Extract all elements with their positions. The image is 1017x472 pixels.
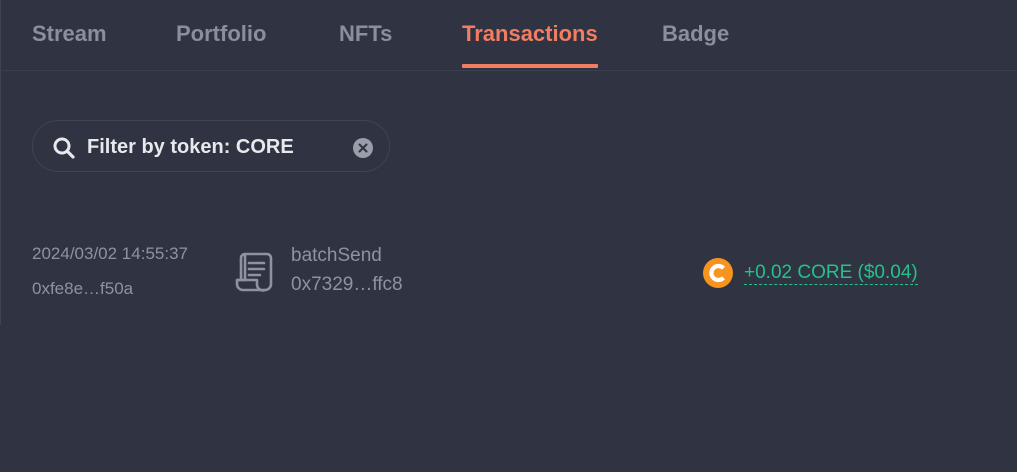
tab-label: Portfolio [176,21,267,46]
close-icon [358,143,368,153]
tab-stream[interactable]: Stream [32,0,107,68]
transaction-timestamp: 2024/03/02 14:55:37 [32,244,188,263]
tab-label: NFTs [339,21,393,46]
tab-bar: Stream Portfolio NFTs Transactions Badge [0,0,1017,71]
tab-badge[interactable]: Badge [662,0,729,68]
tab-nfts[interactable]: NFTs [339,0,392,68]
core-token-icon [703,258,733,288]
contract-scroll-icon [235,252,273,292]
filter-text: Filter by token: CORE [87,136,294,158]
tab-label: Stream [32,21,107,46]
transaction-hash-link[interactable]: 0xfe8e…f50a [32,279,133,299]
contract-address-link[interactable]: 0x7329…ffc8 [291,274,403,296]
search-icon [53,137,75,159]
transaction-method: batchSend [291,245,382,266]
tab-label: Badge [662,21,730,46]
transaction-amount-link[interactable]: +0.02 CORE ($0.04) [744,262,918,285]
tab-label: Transactions [462,21,598,46]
active-tab-underline [462,64,598,68]
clear-filter-button[interactable] [353,138,373,158]
tab-transactions[interactable]: Transactions [462,0,598,68]
tab-portfolio[interactable]: Portfolio [176,0,266,68]
app-frame: Stream Portfolio NFTs Transactions Badge… [0,0,1017,472]
token-filter-chip[interactable]: Filter by token: CORE [32,120,390,172]
